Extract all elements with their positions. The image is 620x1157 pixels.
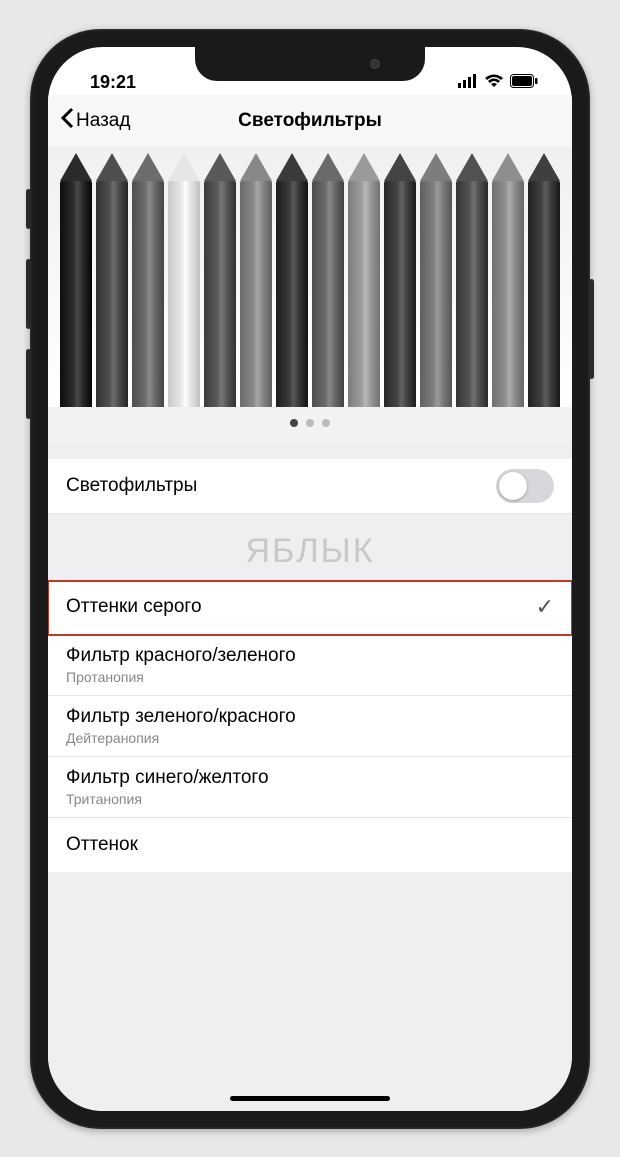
filter-sublabel: Тританопия (66, 791, 554, 807)
pencil-body (276, 181, 308, 407)
pencil-tip (204, 153, 236, 181)
pencil-body (240, 181, 272, 407)
pencil-body (60, 181, 92, 407)
battery-icon (510, 72, 538, 93)
pencil-tip (348, 153, 380, 181)
pencil-body (132, 181, 164, 407)
color-filters-toggle-row[interactable]: Светофильтры (48, 459, 572, 514)
pencil-tip (132, 153, 164, 181)
filter-row[interactable]: Фильтр синего/желтого Тританопия (48, 757, 572, 818)
filter-row[interactable]: Оттенок (48, 818, 572, 872)
filter-label: Фильтр зеленого/красного (66, 706, 554, 728)
pencil-body (348, 181, 380, 407)
filter-label-area: Фильтр синего/желтого Тританопия (66, 767, 554, 807)
nav-bar: Назад Светофильтры (48, 95, 572, 147)
pencil-preview[interactable] (48, 147, 572, 407)
pencil (94, 153, 130, 407)
pencil-tip (456, 153, 488, 181)
chevron-left-icon (60, 107, 74, 135)
side-button-mute (26, 189, 31, 229)
filter-sublabel: Дейтеранопия (66, 730, 554, 746)
section-gap (48, 443, 572, 459)
filter-row[interactable]: Фильтр зеленого/красного Дейтеранопия (48, 696, 572, 757)
filter-label: Фильтр красного/зеленого (66, 645, 554, 667)
filter-list: Оттенки серого✓ Фильтр красного/зеленого П… (48, 581, 572, 872)
pencil (382, 153, 418, 407)
pencil (310, 153, 346, 407)
signal-icon (458, 72, 478, 93)
toggle-label: Светофильтры (66, 475, 496, 497)
back-button[interactable]: Назад (60, 107, 130, 135)
pencil (238, 153, 274, 407)
pencil-tip (492, 153, 524, 181)
pencil-tip (420, 153, 452, 181)
pencil-tip (384, 153, 416, 181)
pencil (346, 153, 382, 407)
side-button-vol-down (26, 349, 31, 419)
pencil-body (168, 181, 200, 407)
status-time: 19:21 (76, 72, 136, 93)
filter-row[interactable]: Фильтр красного/зеленого Протанопия (48, 635, 572, 696)
pencil-tip (528, 153, 560, 181)
filter-row[interactable]: Оттенки серого✓ (48, 581, 572, 635)
filter-label-area: Оттенки серого (66, 596, 536, 618)
pencil-body (312, 181, 344, 407)
page-indicator[interactable] (48, 407, 572, 443)
pencil-tip (60, 153, 92, 181)
pencil-body (384, 181, 416, 407)
pencil-body (420, 181, 452, 407)
pencil-body (492, 181, 524, 407)
checkmark-icon: ✓ (536, 594, 554, 620)
pencil-tip (276, 153, 308, 181)
filter-label-area: Фильтр красного/зеленого Протанопия (66, 645, 554, 685)
pencil-body (528, 181, 560, 407)
pencil (166, 153, 202, 407)
filter-label-area: Оттенок (66, 834, 554, 856)
side-button-vol-up (26, 259, 31, 329)
phone-frame: 19:21 Назад Светофильтры (30, 29, 590, 1129)
pencil-body (204, 181, 236, 407)
page-dot[interactable] (322, 419, 330, 427)
pencil-tip (312, 153, 344, 181)
empty-space (48, 872, 572, 1111)
pencil (490, 153, 526, 407)
status-icons (458, 72, 544, 93)
home-indicator[interactable] (230, 1096, 390, 1101)
pencil (526, 153, 562, 407)
filter-label: Фильтр синего/желтого (66, 767, 554, 789)
watermark-text: ЯБЛЫК (48, 514, 572, 581)
pencil (58, 153, 94, 407)
page-dot[interactable] (306, 419, 314, 427)
page-dot[interactable] (290, 419, 298, 427)
filter-label-area: Фильтр зеленого/красного Дейтеранопия (66, 706, 554, 746)
filter-label: Оттенок (66, 834, 554, 856)
pencil (202, 153, 238, 407)
pencil-tip (240, 153, 272, 181)
filter-sublabel: Протанопия (66, 669, 554, 685)
notch (195, 47, 425, 81)
back-label: Назад (76, 110, 130, 132)
pencil (130, 153, 166, 407)
pencil-body (456, 181, 488, 407)
pencil (454, 153, 490, 407)
pencil (274, 153, 310, 407)
pencil-body (96, 181, 128, 407)
pencil-tip (96, 153, 128, 181)
pencil-tip (168, 153, 200, 181)
filter-label: Оттенки серого (66, 596, 536, 618)
pencil (418, 153, 454, 407)
wifi-icon (484, 72, 504, 93)
side-button-power (589, 279, 594, 379)
toggle-knob (499, 472, 527, 500)
color-filters-toggle[interactable] (496, 469, 554, 503)
screen: 19:21 Назад Светофильтры (48, 47, 572, 1111)
camera-dot (370, 59, 380, 69)
